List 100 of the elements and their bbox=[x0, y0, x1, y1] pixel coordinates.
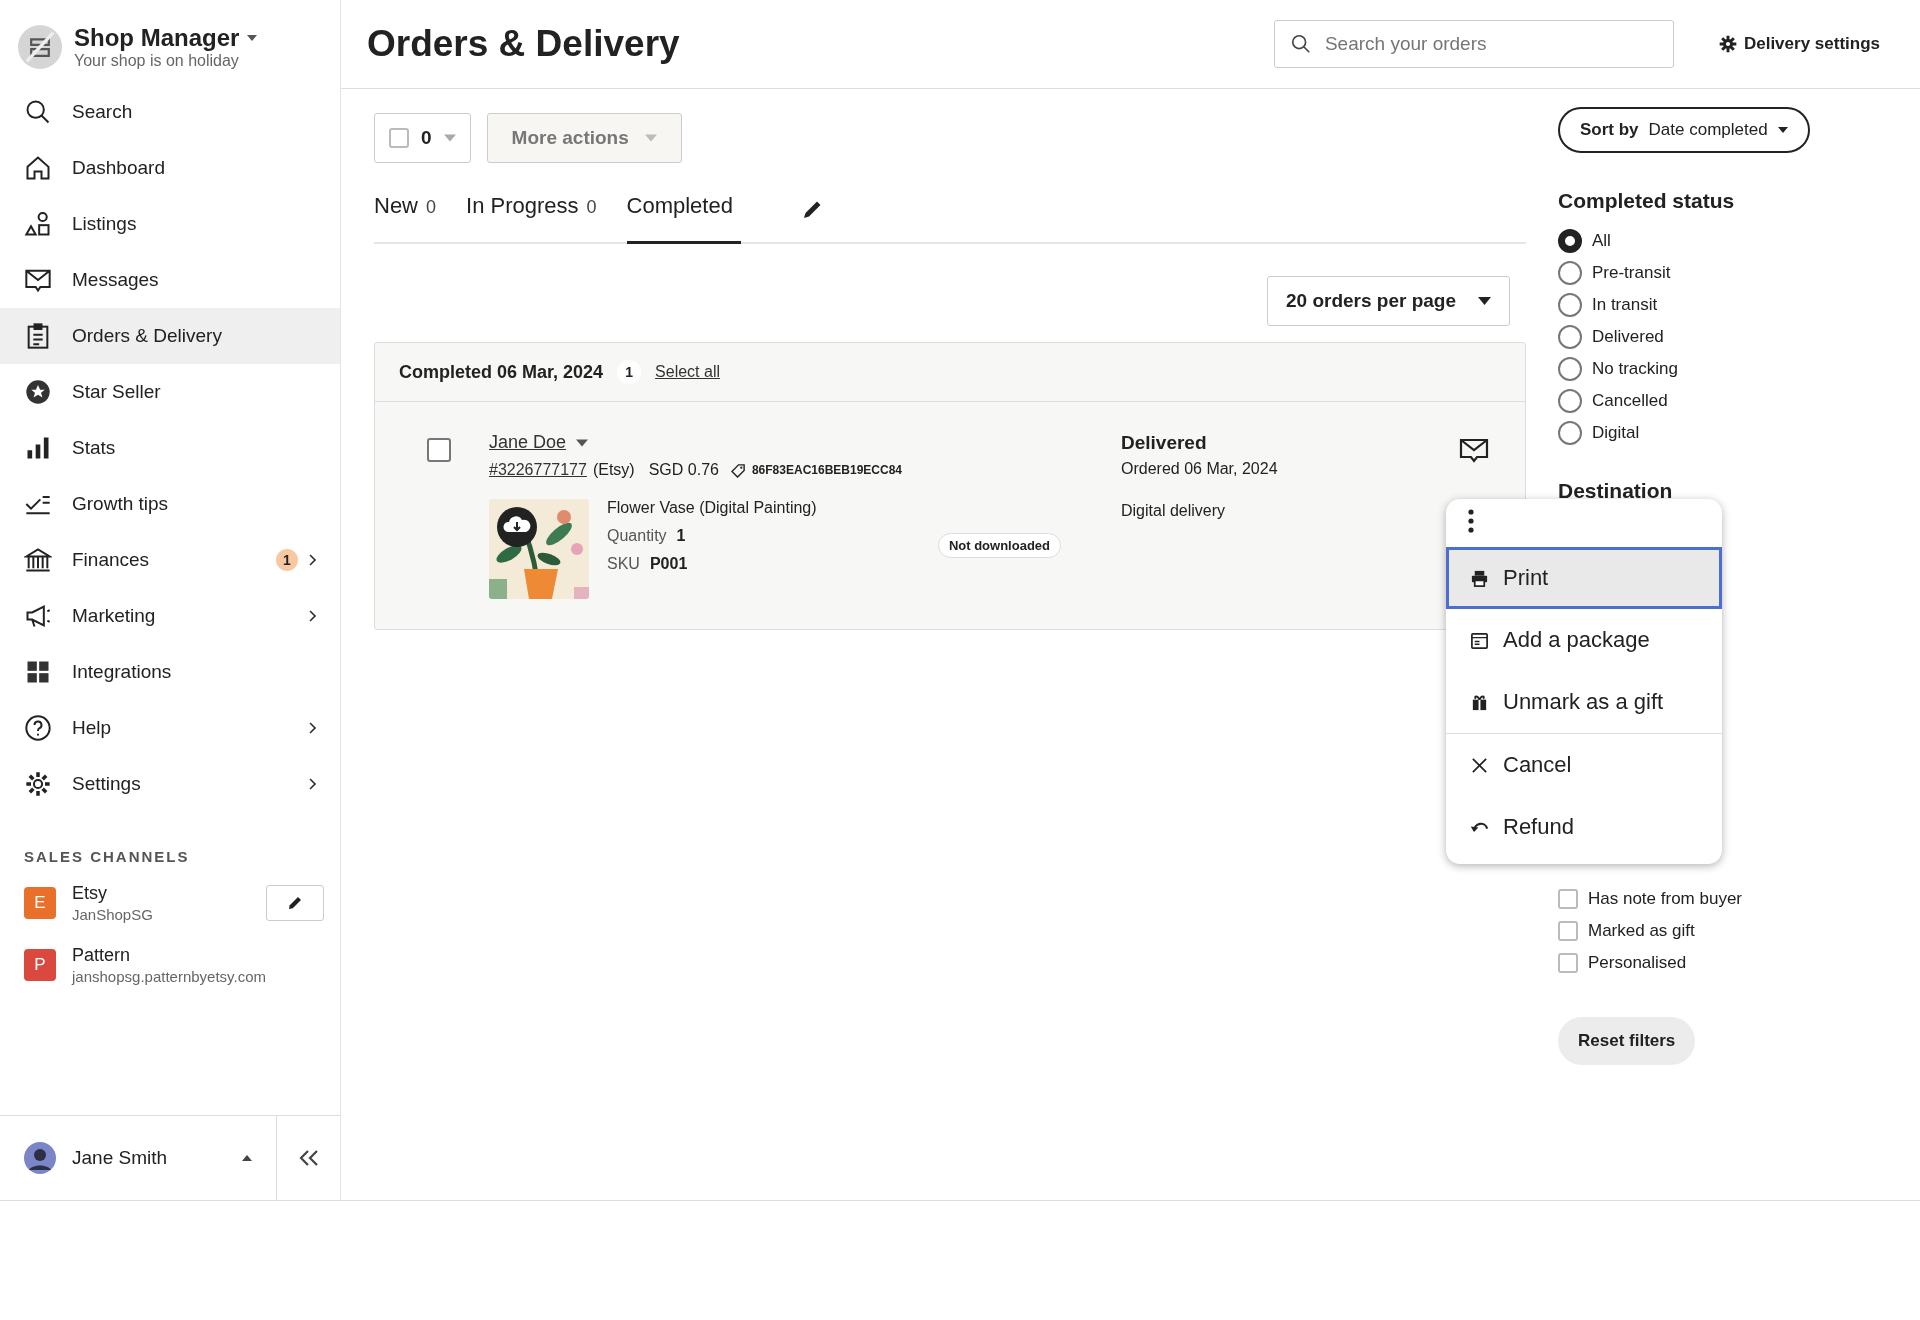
radio-option[interactable]: Cancelled bbox=[1558, 385, 1888, 417]
item-title: Flower Vase (Digital Painting) bbox=[607, 499, 818, 517]
download-status-tag: Not downloaded bbox=[937, 533, 1061, 558]
count-badge: 1 bbox=[617, 360, 642, 384]
order-number-link[interactable]: #3226777177 bbox=[489, 461, 587, 479]
search-field[interactable]: Search your orders bbox=[1273, 20, 1674, 68]
radio-option[interactable]: Delivered bbox=[1558, 321, 1888, 353]
megaphone-icon bbox=[24, 602, 52, 630]
radio-option[interactable]: Digital bbox=[1558, 417, 1888, 449]
select-dropdown[interactable]: 0 bbox=[374, 113, 471, 163]
select-all-link[interactable]: Select all bbox=[655, 363, 720, 381]
radio-button[interactable] bbox=[1558, 421, 1582, 445]
radio-option[interactable]: In transit bbox=[1558, 289, 1888, 321]
box-icon bbox=[1470, 630, 1489, 650]
double-chevron-left-icon bbox=[297, 1149, 320, 1167]
orders-per-page-dropdown[interactable]: 20 orders per page bbox=[1266, 276, 1510, 326]
section-heading: SALES CHANNELS bbox=[23, 847, 191, 867]
search-icon bbox=[24, 98, 52, 126]
nav-item[interactable]: Marketing bbox=[0, 588, 340, 644]
nav-item[interactable]: Finances 1 bbox=[0, 532, 340, 588]
tab[interactable]: In Progress 0 bbox=[466, 193, 597, 244]
tab[interactable]: Completed bbox=[626, 193, 741, 244]
download-icon[interactable] bbox=[497, 507, 537, 547]
delivery-method: Digital delivery bbox=[1121, 502, 1227, 520]
checkbox[interactable] bbox=[1558, 953, 1578, 973]
settings-icon bbox=[1717, 34, 1738, 54]
nav-item[interactable]: Stats bbox=[0, 420, 340, 476]
checkbox[interactable] bbox=[1558, 889, 1578, 909]
quantity-value: 1 bbox=[676, 527, 686, 545]
sku-label: SKU bbox=[607, 555, 640, 573]
checkbox[interactable] bbox=[1558, 921, 1578, 941]
checkbox-option[interactable]: Has note from buyer bbox=[1558, 883, 1888, 915]
avatar-icon bbox=[24, 1142, 56, 1174]
radio-button[interactable] bbox=[1558, 229, 1582, 253]
channel-avatar: P bbox=[24, 949, 56, 981]
shapes-icon bbox=[24, 210, 52, 238]
radio-option[interactable]: No tracking bbox=[1558, 353, 1888, 385]
menu-item[interactable]: Add a package bbox=[1446, 609, 1722, 671]
nav-item[interactable]: Dashboard bbox=[0, 140, 340, 196]
quantity-label: Quantity bbox=[607, 527, 667, 545]
radio-button[interactable] bbox=[1558, 357, 1582, 381]
caret-icon bbox=[247, 35, 258, 41]
chevron-right-icon bbox=[308, 722, 316, 734]
radio-button[interactable] bbox=[1558, 389, 1582, 413]
radio-option[interactable]: All bbox=[1558, 225, 1888, 257]
nav-item[interactable]: Search bbox=[0, 84, 340, 140]
nav-item[interactable]: Orders & Delivery bbox=[0, 308, 340, 364]
printer-icon bbox=[1470, 568, 1489, 588]
order-price: SGD 0.76 bbox=[648, 461, 719, 479]
nav-item[interactable]: Integrations bbox=[0, 644, 340, 700]
tab[interactable]: New 0 bbox=[374, 193, 437, 244]
radio-option[interactable]: Pre-transit bbox=[1558, 257, 1888, 289]
order-source: (Etsy) bbox=[592, 461, 635, 479]
sku-value: P001 bbox=[649, 555, 688, 573]
radio-button[interactable] bbox=[1558, 293, 1582, 317]
channel-item[interactable]: E Etsy JanShopSG bbox=[0, 877, 340, 939]
radio-button[interactable] bbox=[1558, 325, 1582, 349]
buyer-name-link[interactable]: Jane Doe bbox=[489, 432, 567, 453]
reset-filters-button[interactable]: Reset filters bbox=[1558, 1017, 1696, 1065]
channel-detail: janshopsg.patternbyetsy.com bbox=[72, 968, 267, 985]
caret-icon bbox=[443, 134, 456, 142]
close-icon bbox=[1470, 755, 1489, 775]
menu-item[interactable]: Refund bbox=[1446, 796, 1722, 858]
help-icon bbox=[24, 714, 52, 742]
nav-item[interactable]: Settings bbox=[0, 756, 340, 812]
nav-item[interactable]: Growth tips bbox=[0, 476, 340, 532]
order-status: Delivered bbox=[1121, 432, 1208, 454]
sort-dropdown[interactable]: Sort by Date completed bbox=[1558, 107, 1810, 153]
shop-menu-button[interactable]: Shop Manager bbox=[74, 24, 258, 52]
checkbox-option[interactable]: Personalised bbox=[1558, 947, 1888, 979]
gift-icon bbox=[1470, 692, 1489, 712]
caret-icon bbox=[644, 134, 657, 142]
menu-item[interactable]: Print bbox=[1446, 547, 1722, 609]
delivery-settings-button[interactable]: Delivery settings bbox=[1713, 30, 1884, 58]
checkbox[interactable] bbox=[427, 438, 451, 462]
channel-item[interactable]: P Pattern janshopsg.patternbyetsy.com bbox=[0, 939, 340, 1001]
order-date: Ordered 06 Mar, 2024 bbox=[1121, 460, 1279, 478]
nav-item[interactable]: Listings bbox=[0, 196, 340, 252]
menu-item[interactable]: Unmark as a gift bbox=[1446, 671, 1722, 733]
filter-heading: Destination bbox=[1558, 479, 1674, 503]
menu-item[interactable]: Cancel bbox=[1446, 734, 1722, 796]
nav-item[interactable]: Help bbox=[0, 700, 340, 756]
nav-item[interactable]: Star Seller bbox=[0, 364, 340, 420]
gear-icon bbox=[24, 770, 52, 798]
bank-icon bbox=[24, 546, 52, 574]
channel-name[interactable]: Pattern bbox=[72, 945, 324, 966]
undo-icon bbox=[1470, 821, 1489, 833]
page-title: Orders & Delivery bbox=[367, 23, 681, 65]
nav-item[interactable]: Messages bbox=[0, 252, 340, 308]
more-options-icon[interactable] bbox=[1468, 509, 1474, 533]
more-actions-dropdown[interactable]: More actions bbox=[486, 113, 682, 163]
user-menu[interactable]: Jane Smith bbox=[0, 1116, 276, 1200]
checkbox-option[interactable]: Marked as gift bbox=[1558, 915, 1888, 947]
group-title: Completed 06 Mar, 2024 bbox=[399, 361, 604, 383]
checkbox[interactable] bbox=[389, 128, 409, 148]
chevron-right-icon bbox=[308, 610, 316, 622]
caret-icon bbox=[576, 438, 589, 447]
channel-name[interactable]: Etsy bbox=[72, 883, 250, 904]
radio-button[interactable] bbox=[1558, 261, 1582, 285]
edit-button[interactable] bbox=[266, 885, 324, 921]
